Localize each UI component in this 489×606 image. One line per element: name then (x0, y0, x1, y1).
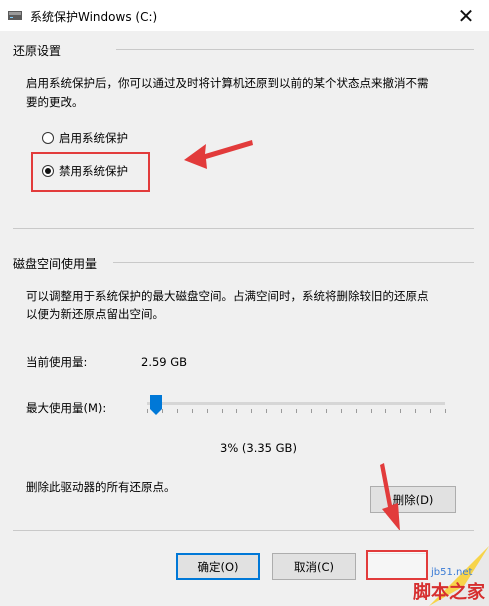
annotation-arrow-icon (184, 140, 253, 169)
restore-group-label: 还原设置 (13, 44, 62, 58)
ok-button[interactable]: 确定(O) (176, 553, 260, 580)
drive-icon (8, 11, 22, 20)
slider-tick (162, 409, 163, 413)
watermark-brand: 脚本之家 (413, 582, 485, 603)
group-divider (113, 262, 474, 263)
close-button[interactable]: ✕ (443, 0, 489, 31)
group-divider (13, 228, 474, 229)
ok-button-label: 确定(O) (197, 559, 239, 574)
max-usage-slider[interactable] (147, 402, 445, 405)
radio-enable-protection[interactable]: 启用系统保护 (42, 130, 128, 146)
close-icon: ✕ (457, 3, 475, 28)
slider-tick (281, 409, 282, 413)
slider-tick (445, 409, 446, 413)
slider-thumb[interactable] (150, 395, 162, 415)
current-usage-value: 2.59 GB (141, 355, 188, 369)
slider-tick (311, 409, 312, 413)
footer-divider (13, 530, 474, 531)
slider-tick (400, 409, 401, 413)
slider-tick (341, 409, 342, 413)
disk-description-line1: 可以调整用于系统保护的最大磁盘空间。占满空间时，系统将删除较旧的还原点 (26, 289, 429, 303)
restore-description-line1: 启用系统保护后，你可以通过及时将计算机还原到以前的某个状态点来撤消不需 (26, 76, 429, 90)
annotation-highlight-box (31, 152, 150, 192)
delete-description: 删除此驱动器的所有还原点。 (26, 480, 176, 494)
slider-tick (207, 409, 208, 413)
slider-tick (222, 409, 223, 413)
slider-tick (236, 409, 237, 413)
slider-tick (266, 409, 267, 413)
restore-description-line2: 要的更改。 (26, 95, 84, 109)
slider-tick (430, 409, 431, 413)
window-title: 系统保护Windows (C:) (30, 10, 158, 24)
max-usage-label: 最大使用量(M): (26, 401, 107, 415)
slider-tick (356, 409, 357, 413)
slider-tick (177, 409, 178, 413)
slider-tick (192, 409, 193, 413)
watermark-site: jb51.net (431, 567, 473, 578)
group-divider (116, 49, 474, 50)
cancel-button-label: 取消(C) (293, 559, 334, 574)
max-usage-value: 3% (3.35 GB) (220, 441, 297, 455)
disk-description-line2: 以便为新还原点留出空间。 (26, 307, 164, 321)
radio-enable-label: 启用系统保护 (59, 131, 128, 145)
annotation-arrow-down-icon (380, 463, 400, 531)
slider-tick (296, 409, 297, 413)
radio-unchecked[interactable] (42, 132, 54, 144)
watermark: jb51.net 脚本之家 (413, 567, 485, 604)
slider-tick (415, 409, 416, 413)
slider-tick (251, 409, 252, 413)
slider-tick (147, 409, 148, 413)
cancel-button[interactable]: 取消(C) (272, 553, 356, 580)
slider-tick (371, 409, 372, 413)
title-bar: 系统保护Windows (C:) ✕ (0, 0, 489, 31)
current-usage-label: 当前使用量: (26, 355, 88, 369)
disk-group-label: 磁盘空间使用量 (13, 257, 98, 271)
slider-tick (385, 409, 386, 413)
slider-tick (326, 409, 327, 413)
